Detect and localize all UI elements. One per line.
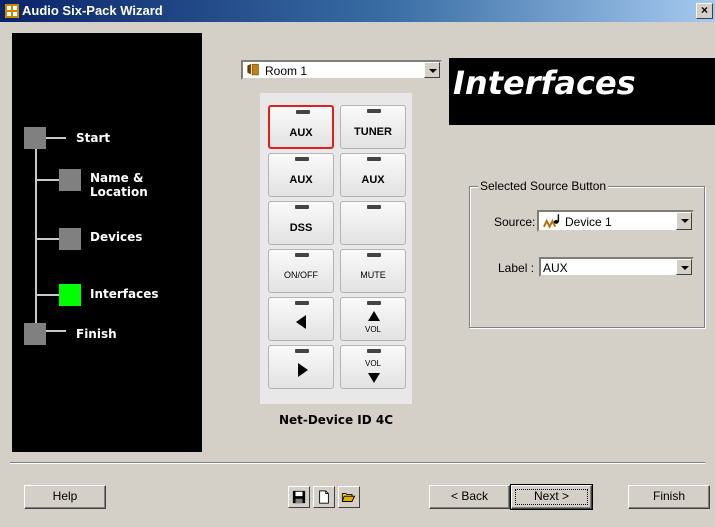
led-indicator: [295, 157, 309, 161]
label-field-label: Label :: [498, 261, 535, 275]
step-label-interfaces: Interfaces: [90, 287, 159, 301]
finish-button[interactable]: Finish: [628, 485, 710, 509]
finish-button-label: Finish: [652, 489, 685, 503]
source-select-value: Device 1: [565, 215, 612, 229]
volume-up-icon: [368, 311, 380, 321]
help-button[interactable]: Help: [24, 485, 106, 509]
keypad-button-label: DSS: [289, 222, 313, 234]
led-indicator: [367, 109, 381, 113]
keypad-button-label: AUX: [289, 174, 313, 186]
source-label: Source:: [494, 215, 536, 229]
back-button[interactable]: < Back: [429, 485, 510, 509]
step-node-interfaces: [59, 284, 81, 306]
label-select-value: AUX: [543, 261, 568, 275]
keypad-button-label: VOL: [364, 325, 381, 334]
source-select[interactable]: Device 1: [537, 210, 694, 232]
tree-connector: [46, 330, 66, 332]
led-indicator: [367, 349, 381, 353]
keypad-button-label: AUX: [289, 127, 313, 139]
led-indicator: [367, 157, 381, 161]
keypad-button-label: ON/OFF: [284, 270, 318, 280]
chevron-down-icon[interactable]: [676, 259, 692, 275]
chevron-down-icon[interactable]: [676, 212, 692, 230]
keypad-button-label: TUNER: [354, 126, 392, 138]
arrow-left-icon: [296, 315, 306, 329]
open-button[interactable]: [338, 486, 360, 508]
chevron-down-icon[interactable]: [424, 62, 440, 78]
new-icon: [319, 490, 329, 504]
next-button-label: Next >: [533, 489, 569, 503]
room-select[interactable]: Room 1: [241, 60, 442, 80]
led-indicator: [295, 301, 309, 305]
arrow-right-icon: [298, 363, 308, 377]
step-label-finish: Finish: [76, 327, 117, 341]
wizard-steps-panel: Start Name & Location Devices Interfaces…: [12, 33, 202, 452]
step-label-start: Start: [76, 131, 111, 145]
keypad-button-vol-up[interactable]: VOL: [340, 297, 406, 341]
led-indicator: [295, 205, 309, 209]
keypad-button-dss[interactable]: DSS: [268, 201, 334, 245]
keypad-button-on-off[interactable]: ON/OFF: [268, 249, 334, 293]
remote-keypad: AUX TUNER AUX AUX DSS ON/OFF MUTE VOL VO…: [260, 93, 412, 404]
open-icon: [341, 493, 356, 502]
tree-connector: [46, 137, 66, 139]
wizard-window: Audio Six-Pack Wizard × Start Name & Loc…: [0, 0, 715, 527]
back-button-label: < Back: [450, 489, 489, 503]
save-icon: [292, 490, 306, 504]
step-node-start: [24, 127, 46, 149]
device-id-label: Net-Device ID 4C: [278, 413, 394, 427]
room-select-value: Room 1: [265, 64, 308, 78]
app-icon: [5, 4, 19, 18]
led-indicator: [296, 110, 310, 114]
new-button[interactable]: [313, 486, 335, 508]
keypad-button-tuner[interactable]: TUNER: [340, 105, 406, 149]
step-node-finish: [24, 323, 46, 345]
page-title: Interfaces: [453, 64, 636, 102]
keypad-button-aux-1[interactable]: AUX: [268, 105, 334, 149]
close-button[interactable]: ×: [696, 3, 713, 19]
device-note-icon: [543, 214, 560, 229]
help-button-label: Help: [52, 489, 78, 503]
step-label-name-location: Name & Location: [90, 171, 148, 199]
save-button[interactable]: [288, 486, 310, 508]
group-legend: Selected Source Button: [478, 179, 609, 193]
keypad-button-aux-3[interactable]: AUX: [340, 153, 406, 197]
next-button[interactable]: Next >: [510, 484, 593, 510]
room-door-icon: [247, 63, 259, 76]
label-select[interactable]: AUX: [539, 257, 694, 277]
title-bar: Audio Six-Pack Wizard ×: [0, 0, 715, 22]
keypad-button-mute[interactable]: MUTE: [340, 249, 406, 293]
led-indicator: [367, 205, 381, 209]
footer-separator: [10, 462, 705, 464]
led-indicator: [295, 349, 309, 353]
window-title: Audio Six-Pack Wizard: [22, 3, 163, 18]
keypad-button-right[interactable]: [268, 345, 334, 389]
keypad-button-label: MUTE: [360, 270, 386, 280]
led-indicator: [367, 301, 381, 305]
keypad-button-vol-down[interactable]: VOL: [340, 345, 406, 389]
keypad-button-aux-2[interactable]: AUX: [268, 153, 334, 197]
step-node-name-location: [59, 169, 81, 191]
keypad-button-label: VOL: [364, 359, 381, 368]
keypad-button-label: AUX: [361, 174, 385, 186]
led-indicator: [295, 253, 309, 257]
keypad-button-blank[interactable]: [340, 201, 406, 245]
keypad-button-left[interactable]: [268, 297, 334, 341]
step-label-devices: Devices: [90, 230, 143, 244]
page-heading-banner: Interfaces: [449, 58, 715, 125]
tree-connector: [35, 148, 37, 338]
led-indicator: [367, 253, 381, 257]
step-node-devices: [59, 228, 81, 250]
volume-down-icon: [368, 373, 380, 383]
